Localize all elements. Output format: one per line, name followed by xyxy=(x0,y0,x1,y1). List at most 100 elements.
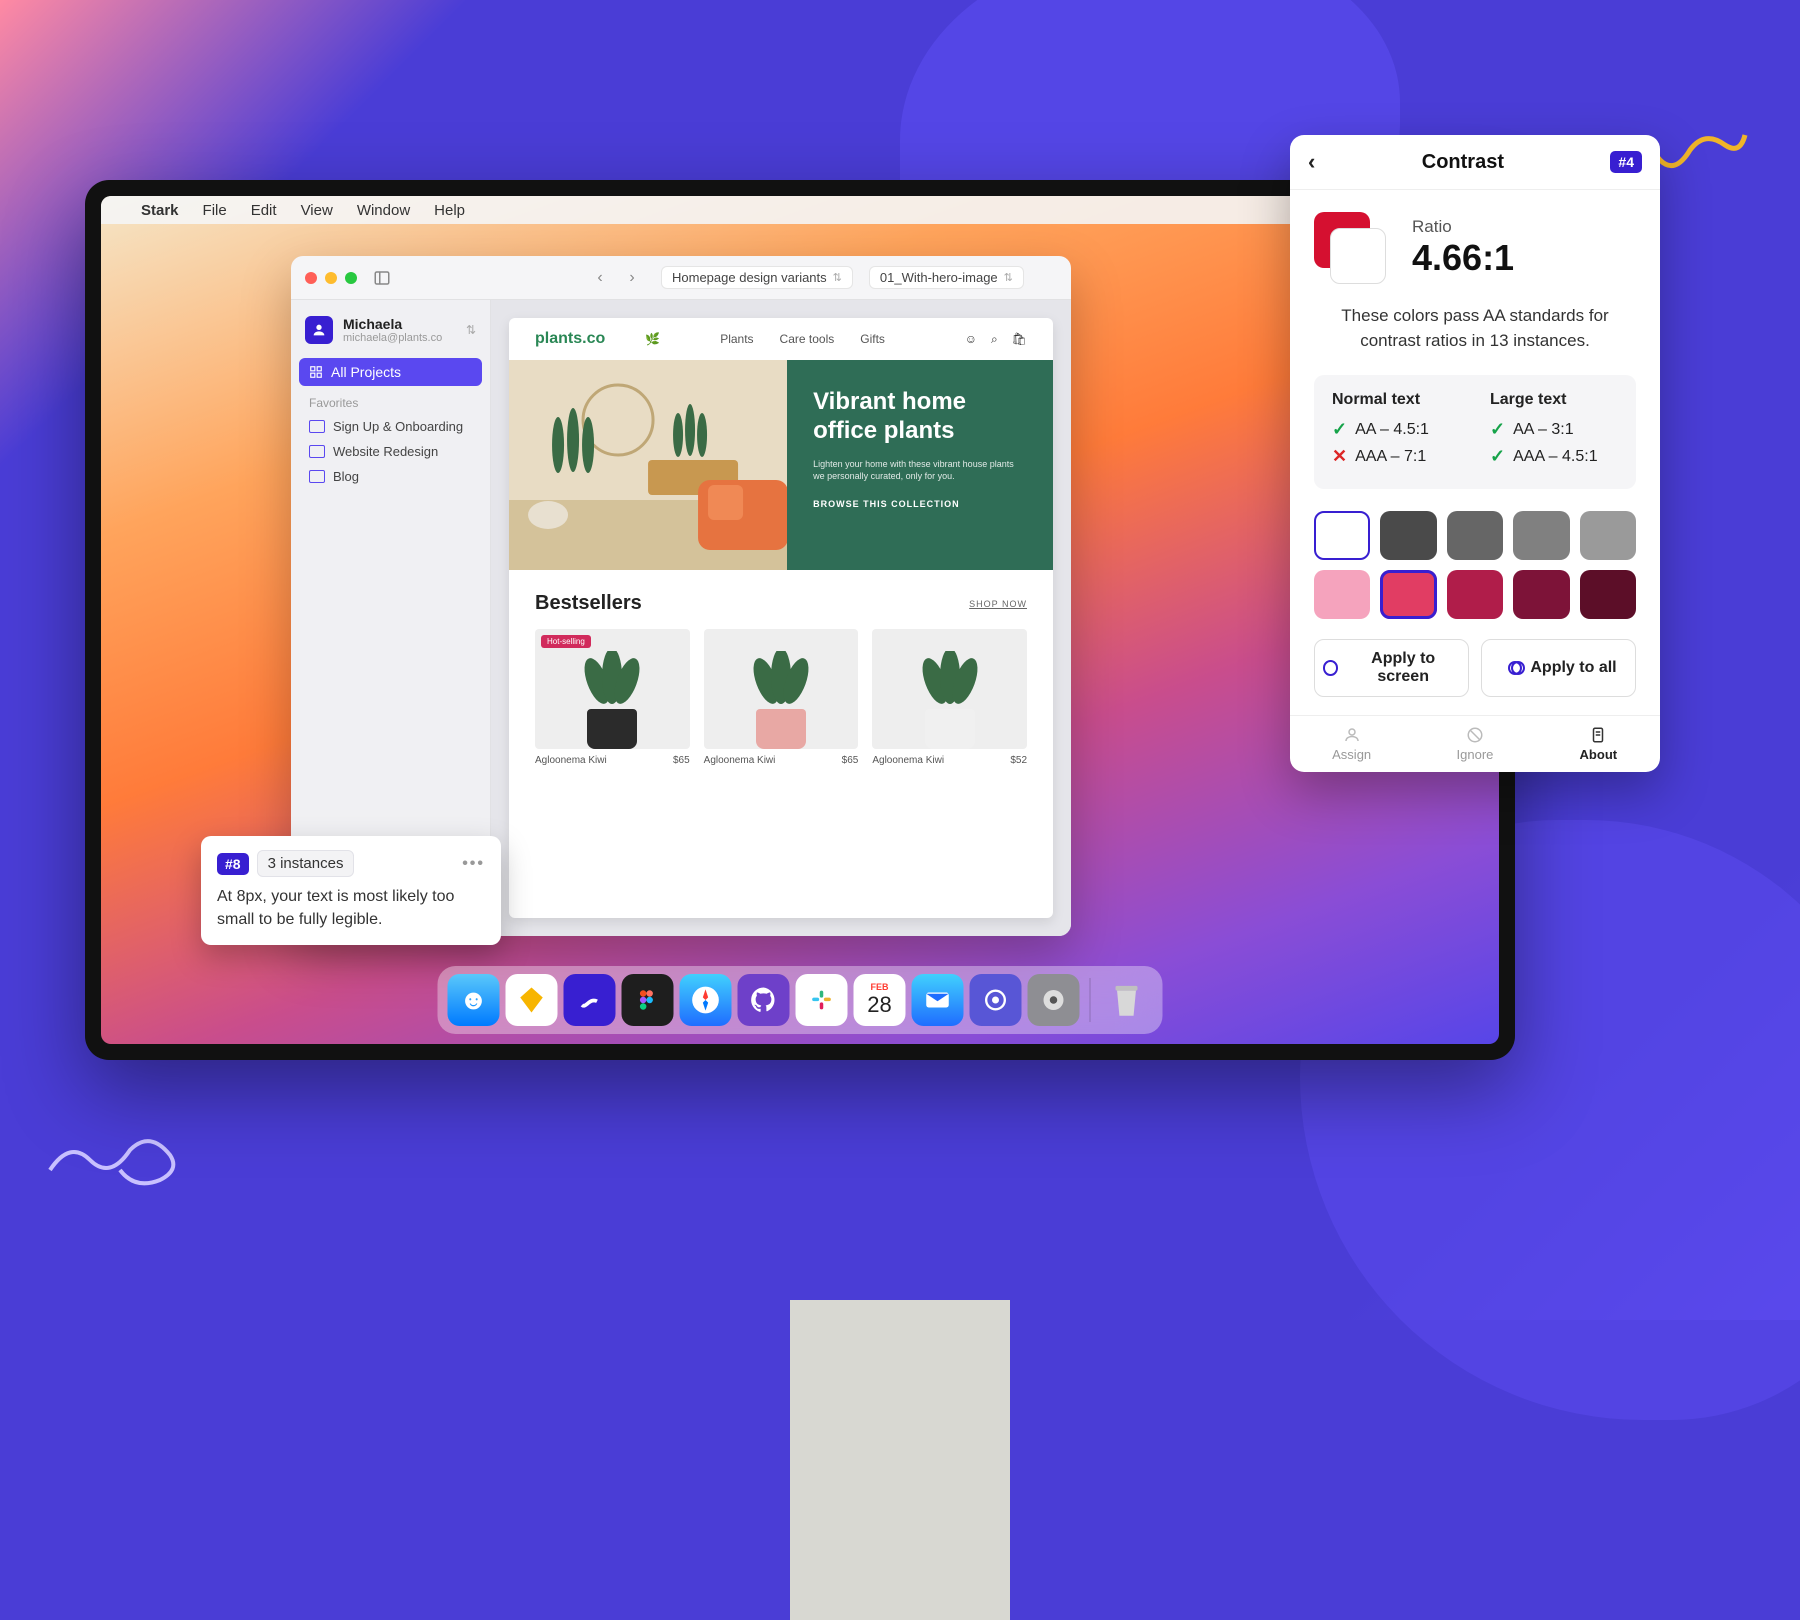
sidebar-item-signup[interactable]: Sign Up & Onboarding xyxy=(299,414,482,439)
site-header: plants.co 🌿 Plants Care tools Gifts ☺ ⌕ … xyxy=(509,318,1053,360)
avatar-icon xyxy=(305,316,333,344)
sidebar-section-label: Favorites xyxy=(299,386,482,414)
leaf-icon: 🌿 xyxy=(645,332,660,346)
shop-now-link[interactable]: SHOP NOW xyxy=(969,599,1027,609)
hot-selling-badge: Hot-selling xyxy=(541,635,591,648)
about-icon xyxy=(1589,726,1607,744)
nav-link[interactable]: Care tools xyxy=(780,332,835,346)
tab-assign[interactable]: Assign xyxy=(1290,716,1413,772)
color-swatch-grid xyxy=(1314,511,1636,619)
hero-subtitle: Lighten your home with these vibrant hou… xyxy=(813,458,1027,483)
search-icon[interactable]: ⌕ xyxy=(991,332,998,347)
github-icon[interactable] xyxy=(738,974,790,1026)
figma-icon[interactable] xyxy=(622,974,674,1026)
account-switcher[interactable]: Michaela michaela@plants.co ⇅ xyxy=(299,310,482,350)
mail-icon[interactable] xyxy=(912,974,964,1026)
apply-to-all-button[interactable]: Apply to all xyxy=(1481,639,1636,697)
window-titlebar: ‹ › Homepage design variants ⇅ 01_With-h… xyxy=(291,256,1071,300)
color-pair-preview xyxy=(1314,212,1386,284)
contrast-checker-panel: ‹ Contrast #4 Ratio 4.66:1 These colors … xyxy=(1290,135,1660,772)
stark-icon[interactable] xyxy=(564,974,616,1026)
contrast-description: These colors pass AA standards for contr… xyxy=(1314,304,1636,353)
app-icon[interactable] xyxy=(970,974,1022,1026)
check-icon: ✓ xyxy=(1490,446,1505,467)
tab-ignore[interactable]: Ignore xyxy=(1413,716,1536,772)
product-card[interactable]: Hot-selling Agloonema Kiwi$65 xyxy=(535,629,690,766)
sidebar-all-projects[interactable]: All Projects xyxy=(299,358,482,386)
menu-edit[interactable]: Edit xyxy=(251,202,277,219)
panel-title: Contrast xyxy=(1422,151,1504,174)
assign-icon xyxy=(1343,726,1361,744)
bestsellers-section: Bestsellers SHOP NOW Hot-selling Agloone… xyxy=(509,570,1053,788)
color-swatch[interactable] xyxy=(1314,511,1370,560)
menu-view[interactable]: View xyxy=(301,202,333,219)
menu-help[interactable]: Help xyxy=(434,202,465,219)
circle-icon xyxy=(1323,660,1338,676)
minimize-window-button[interactable] xyxy=(325,272,337,284)
more-options-icon[interactable]: ••• xyxy=(462,855,485,873)
hero-cta-link[interactable]: BROWSE THIS COLLECTION xyxy=(813,499,1027,509)
wcag-levels-box: Normal text ✓AA – 4.5:1✕AAA – 7:1 Large … xyxy=(1314,375,1636,489)
product-price: $65 xyxy=(673,755,690,766)
check-icon: ✓ xyxy=(1490,419,1505,440)
large-text-label: Large text xyxy=(1490,391,1618,409)
sidebar-item-redesign[interactable]: Website Redesign xyxy=(299,439,482,464)
ignore-icon xyxy=(1466,726,1484,744)
color-swatch[interactable] xyxy=(1314,570,1370,619)
breadcrumb-dropdown-1[interactable]: Homepage design variants ⇅ xyxy=(661,266,853,289)
maximize-window-button[interactable] xyxy=(345,272,357,284)
settings-icon[interactable] xyxy=(1028,974,1080,1026)
double-circle-icon xyxy=(1500,661,1522,675)
nav-link[interactable]: Gifts xyxy=(860,332,885,346)
site-logo[interactable]: plants.co xyxy=(535,330,605,348)
color-swatch[interactable] xyxy=(1380,570,1436,619)
color-swatch[interactable] xyxy=(1513,570,1569,619)
nav-forward-button[interactable]: › xyxy=(619,267,645,289)
product-price: $52 xyxy=(1010,755,1027,766)
apply-to-screen-button[interactable]: Apply to screen xyxy=(1314,639,1469,697)
slack-icon[interactable] xyxy=(796,974,848,1026)
chevron-updown-icon: ⇅ xyxy=(833,271,842,284)
sketch-icon[interactable] xyxy=(506,974,558,1026)
calendar-icon[interactable]: FEB28 xyxy=(854,974,906,1026)
color-swatch[interactable] xyxy=(1447,511,1503,560)
issue-instance-count[interactable]: 3 instances xyxy=(257,850,355,877)
finder-icon[interactable]: ☻ xyxy=(448,974,500,1026)
nav-back-button[interactable]: ‹ xyxy=(587,267,613,289)
issue-number-badge: #4 xyxy=(1610,151,1642,173)
product-name: Agloonema Kiwi xyxy=(872,755,944,766)
panel-tabs: Assign Ignore About xyxy=(1290,715,1660,772)
close-window-button[interactable] xyxy=(305,272,317,284)
ratio-value: 4.66:1 xyxy=(1412,237,1514,279)
hero-section: Vibrant home office plants Lighten your … xyxy=(509,360,1053,570)
trash-icon[interactable] xyxy=(1101,974,1153,1026)
menubar-app[interactable]: Stark xyxy=(141,202,179,219)
product-card[interactable]: Agloonema Kiwi $52 xyxy=(872,629,1027,766)
product-image xyxy=(704,629,859,749)
color-swatch[interactable] xyxy=(1380,511,1436,560)
color-swatch[interactable] xyxy=(1447,570,1503,619)
nav-link[interactable]: Plants xyxy=(720,332,753,346)
design-canvas[interactable]: plants.co 🌿 Plants Care tools Gifts ☺ ⌕ … xyxy=(491,300,1071,936)
folder-icon xyxy=(309,420,325,433)
cart-icon[interactable]: 🛍 xyxy=(1012,332,1027,347)
hero-text-panel: Vibrant home office plants Lighten your … xyxy=(787,360,1053,570)
breadcrumb-dropdown-2[interactable]: 01_With-hero-image ⇅ xyxy=(869,266,1024,289)
safari-icon[interactable] xyxy=(680,974,732,1026)
color-swatch[interactable] xyxy=(1513,511,1569,560)
sidebar-item-blog[interactable]: Blog xyxy=(299,464,482,489)
user-icon[interactable]: ☺ xyxy=(965,332,977,347)
menu-window[interactable]: Window xyxy=(357,202,410,219)
artboard: plants.co 🌿 Plants Care tools Gifts ☺ ⌕ … xyxy=(509,318,1053,918)
tab-about[interactable]: About xyxy=(1537,716,1660,772)
color-swatch[interactable] xyxy=(1580,570,1636,619)
menu-file[interactable]: File xyxy=(203,202,227,219)
sketch-app-window: ‹ › Homepage design variants ⇅ 01_With-h… xyxy=(291,256,1071,936)
sidebar-toggle-icon[interactable] xyxy=(373,269,391,287)
product-card[interactable]: Agloonema Kiwi$65 xyxy=(704,629,859,766)
back-button[interactable]: ‹ xyxy=(1308,149,1315,175)
window-traffic-lights xyxy=(305,272,357,284)
check-icon: ✓ xyxy=(1332,419,1347,440)
color-swatch[interactable] xyxy=(1580,511,1636,560)
folder-icon xyxy=(309,470,325,483)
